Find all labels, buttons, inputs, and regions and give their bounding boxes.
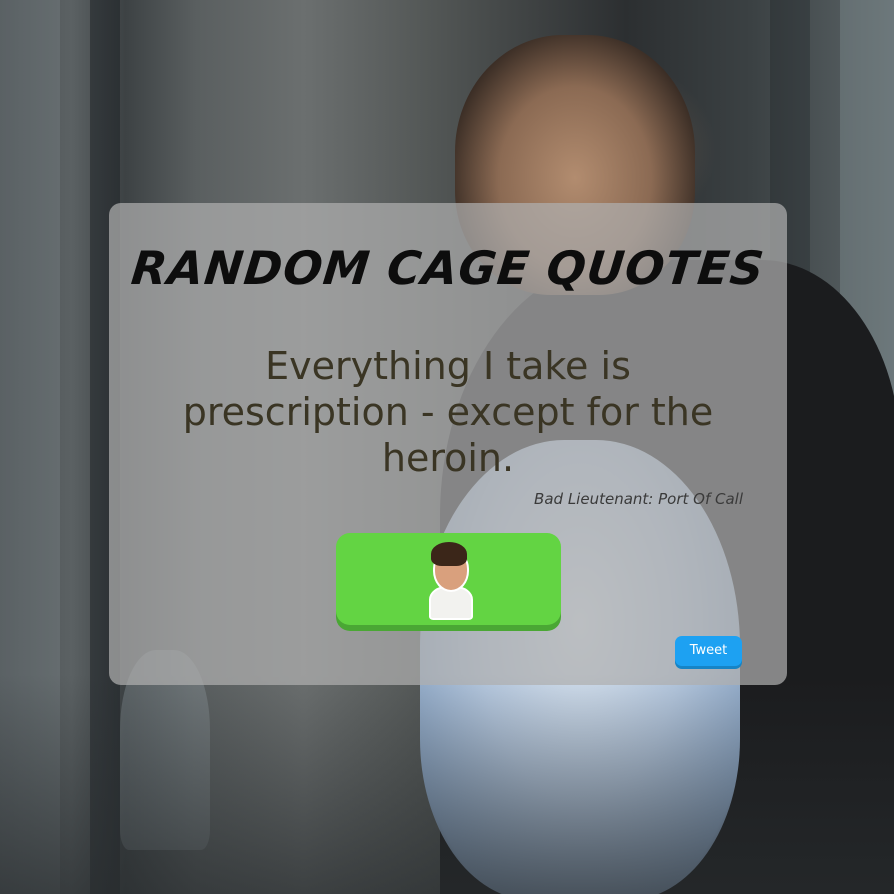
background-ground <box>0 674 894 894</box>
quote-source: Bad Lieutenant: Port Of Call <box>534 490 743 508</box>
tweet-button[interactable]: Tweet <box>675 636 742 666</box>
page-title: RANDOM CAGE QUOTES <box>128 241 768 295</box>
new-quote-button[interactable] <box>336 533 561 625</box>
face-icon-hair <box>430 542 467 566</box>
nicolas-cage-face-icon <box>428 540 473 620</box>
quote-text: Everything I take is prescription - exce… <box>182 344 714 480</box>
quote-card: RANDOM CAGE QUOTES Everything I take is … <box>109 203 787 685</box>
